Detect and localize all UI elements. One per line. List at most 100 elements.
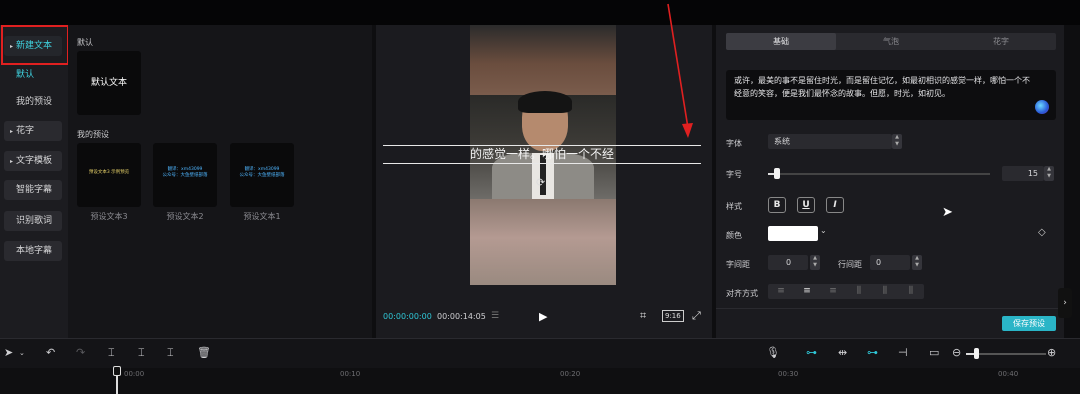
nav-label: 我的预设 (16, 97, 53, 107)
total-time: 00:00:14:05 (437, 312, 486, 321)
italic-button[interactable]: I (826, 197, 844, 213)
current-time: 00:00:00:00 (383, 312, 432, 321)
nav-recognize-lyrics[interactable]: 识别歌词 (4, 211, 62, 231)
figure-hair (518, 91, 572, 113)
rotate-icon[interactable]: ⟳ (536, 176, 545, 189)
preset-preview-line2: 公众号：大鱼壁纸部落 (239, 173, 285, 178)
preset-card-1[interactable]: 翻译：xm43099 公众号：大鱼壁纸部落 (230, 143, 294, 207)
blurred-frame-top (470, 25, 616, 95)
nav-label: 本地字幕 (16, 246, 53, 256)
card-label: 默认文本 (90, 78, 127, 88)
auto-snap-icon[interactable]: ⇹ (838, 346, 847, 359)
vertical-align-bottom-icon[interactable]: ⫼ (898, 284, 924, 299)
letter-spacing-stepper[interactable]: ▲ ▼ (810, 255, 820, 270)
list-icon[interactable]: ☰ (491, 311, 499, 321)
split-left-icon[interactable]: ⌶ (138, 346, 145, 360)
top-bar (0, 0, 1080, 25)
playhead-handle[interactable] (113, 366, 121, 376)
ruler-tick-label: 00:00 (124, 370, 145, 378)
size-input[interactable]: 15 (1002, 166, 1044, 181)
zoom-slider-handle[interactable] (974, 348, 979, 359)
preset-caption-3: 预设文本3 (90, 212, 128, 221)
default-text-card[interactable]: 默认文本 (77, 51, 141, 115)
nav-text-template[interactable]: ▸ 文字模板 (4, 151, 62, 171)
align-center-icon[interactable]: ≡ (794, 284, 820, 299)
size-stepper[interactable]: ▲ ▼ (1044, 166, 1054, 181)
fullscreen-icon[interactable]: ⤢ (692, 309, 701, 323)
nav-smart-subtitles[interactable]: 智能字幕 (4, 180, 62, 200)
blurred-frame-bottom (470, 199, 616, 285)
save-preset-button[interactable]: 保存预设 (1002, 316, 1056, 331)
split-right-icon[interactable]: ⌶ (167, 346, 174, 360)
chevron-down-icon[interactable]: ⌄ (19, 349, 25, 357)
line-spacing-label: 行间距 (838, 260, 862, 269)
line-spacing-input[interactable]: 0 (870, 255, 910, 270)
linkage-icon[interactable]: ⊶ (867, 346, 878, 359)
ai-assistant-icon[interactable] (1035, 100, 1049, 114)
section-presets-title: 我的预设 (77, 130, 109, 139)
align-button-group: ≡ ≡ ≡ ⫼ ⫼ ⫼ (768, 284, 924, 299)
size-slider-handle[interactable] (774, 168, 780, 179)
timeline-toolbar (0, 338, 1080, 368)
keyframe-diamond-icon[interactable]: ◇ (1038, 227, 1046, 238)
underline-button[interactable]: U (797, 197, 815, 213)
letter-spacing-input[interactable]: 0 (768, 255, 808, 270)
font-select[interactable]: 系统 (768, 134, 892, 149)
tab-basic[interactable]: 基础 (726, 33, 836, 50)
align-label: 对齐方式 (726, 289, 758, 298)
zoom-in-icon[interactable]: ⊕ (1047, 346, 1056, 359)
undo-icon[interactable]: ↶ (46, 346, 55, 359)
size-slider-track[interactable] (768, 173, 990, 175)
nav-label: 花字 (16, 126, 35, 136)
preset-card-3[interactable]: 预设文本3 示例预览 (77, 143, 141, 207)
play-icon[interactable]: ▶ (539, 310, 547, 323)
expand-triangle-icon: ▸ (10, 158, 14, 165)
select-tool-icon[interactable]: ➤ (4, 346, 13, 359)
subtitle-track-icon[interactable]: ▭ (929, 346, 939, 359)
color-swatch[interactable] (768, 226, 818, 241)
vertical-align-top-icon[interactable]: ⫼ (846, 284, 872, 299)
mouse-cursor-icon: ➤ (942, 205, 953, 220)
delete-icon[interactable]: 🗑 (197, 346, 211, 359)
vertical-align-middle-icon[interactable]: ⫼ (872, 284, 898, 299)
preview-axis-icon[interactable]: ⊣ (898, 346, 908, 359)
ruler-tick-label: 00:10 (340, 370, 361, 378)
split-icon[interactable]: ⌶ (108, 346, 115, 360)
preset-caption-1: 预设文本1 (243, 212, 281, 221)
main-track-magnet-icon[interactable]: ⊶ (806, 346, 817, 359)
nav-label: 智能字幕 (16, 185, 53, 195)
timeline-ruler[interactable] (0, 368, 1080, 394)
nav-fancy-text[interactable]: ▸ 花字 (4, 121, 62, 141)
chevron-down-icon[interactable]: ⌄ (820, 226, 827, 235)
microphone-icon[interactable]: 🎙 (766, 346, 780, 359)
expand-triangle-icon: ▸ (10, 128, 14, 135)
zoom-out-icon[interactable]: ⊖ (952, 346, 961, 359)
align-left-icon[interactable]: ≡ (768, 284, 794, 299)
nav-local-subtitles[interactable]: 本地字幕 (4, 241, 62, 261)
font-select-arrows[interactable]: ▲ ▼ (892, 134, 902, 149)
playhead-line[interactable] (116, 376, 118, 394)
line-spacing-stepper[interactable]: ▲ ▼ (912, 255, 922, 270)
preset-card-2[interactable]: 翻译：xm43099 公众号：大鱼壁纸部落 (153, 143, 217, 207)
red-annotation-arrow (667, 3, 693, 138)
focus-icon[interactable]: ⌗ (640, 309, 646, 323)
font-label: 字体 (726, 139, 742, 148)
subtitle-text[interactable]: 的感觉一样。哪怕一个不经 (383, 145, 701, 163)
tab-bar: 基础 气泡 花字 (726, 33, 1056, 50)
nav-label: 文字模板 (16, 156, 53, 166)
style-label: 样式 (726, 202, 742, 211)
collapse-panel-icon[interactable]: › (1058, 288, 1072, 318)
tab-fancy[interactable]: 花字 (946, 33, 1056, 50)
preset-preview-line2: 公众号：大鱼壁纸部落 (162, 173, 208, 178)
align-right-icon[interactable]: ≡ (820, 284, 846, 299)
subtitle-box-bottom-border (383, 163, 701, 164)
bold-button[interactable]: B (768, 197, 786, 213)
nav-my-presets[interactable]: 我的预设 (4, 92, 62, 112)
text-content-input[interactable]: 或许，最美的事不是留住时光，而是留住记忆，如最初相识的感觉一样，哪怕一个不经意的… (726, 70, 1056, 120)
tab-bubble[interactable]: 气泡 (836, 33, 946, 50)
left-nav: ▸ 新建文本 默认 我的预设 ▸ 花字 ▸ 文字模板 智能字幕 识别歌词 本地字幕 (0, 25, 68, 338)
section-default-title: 默认 (77, 38, 93, 47)
nav-default[interactable]: 默认 (4, 65, 62, 85)
aspect-ratio-button[interactable]: 9:16 (662, 310, 684, 322)
redo-icon[interactable]: ↷ (76, 346, 85, 359)
